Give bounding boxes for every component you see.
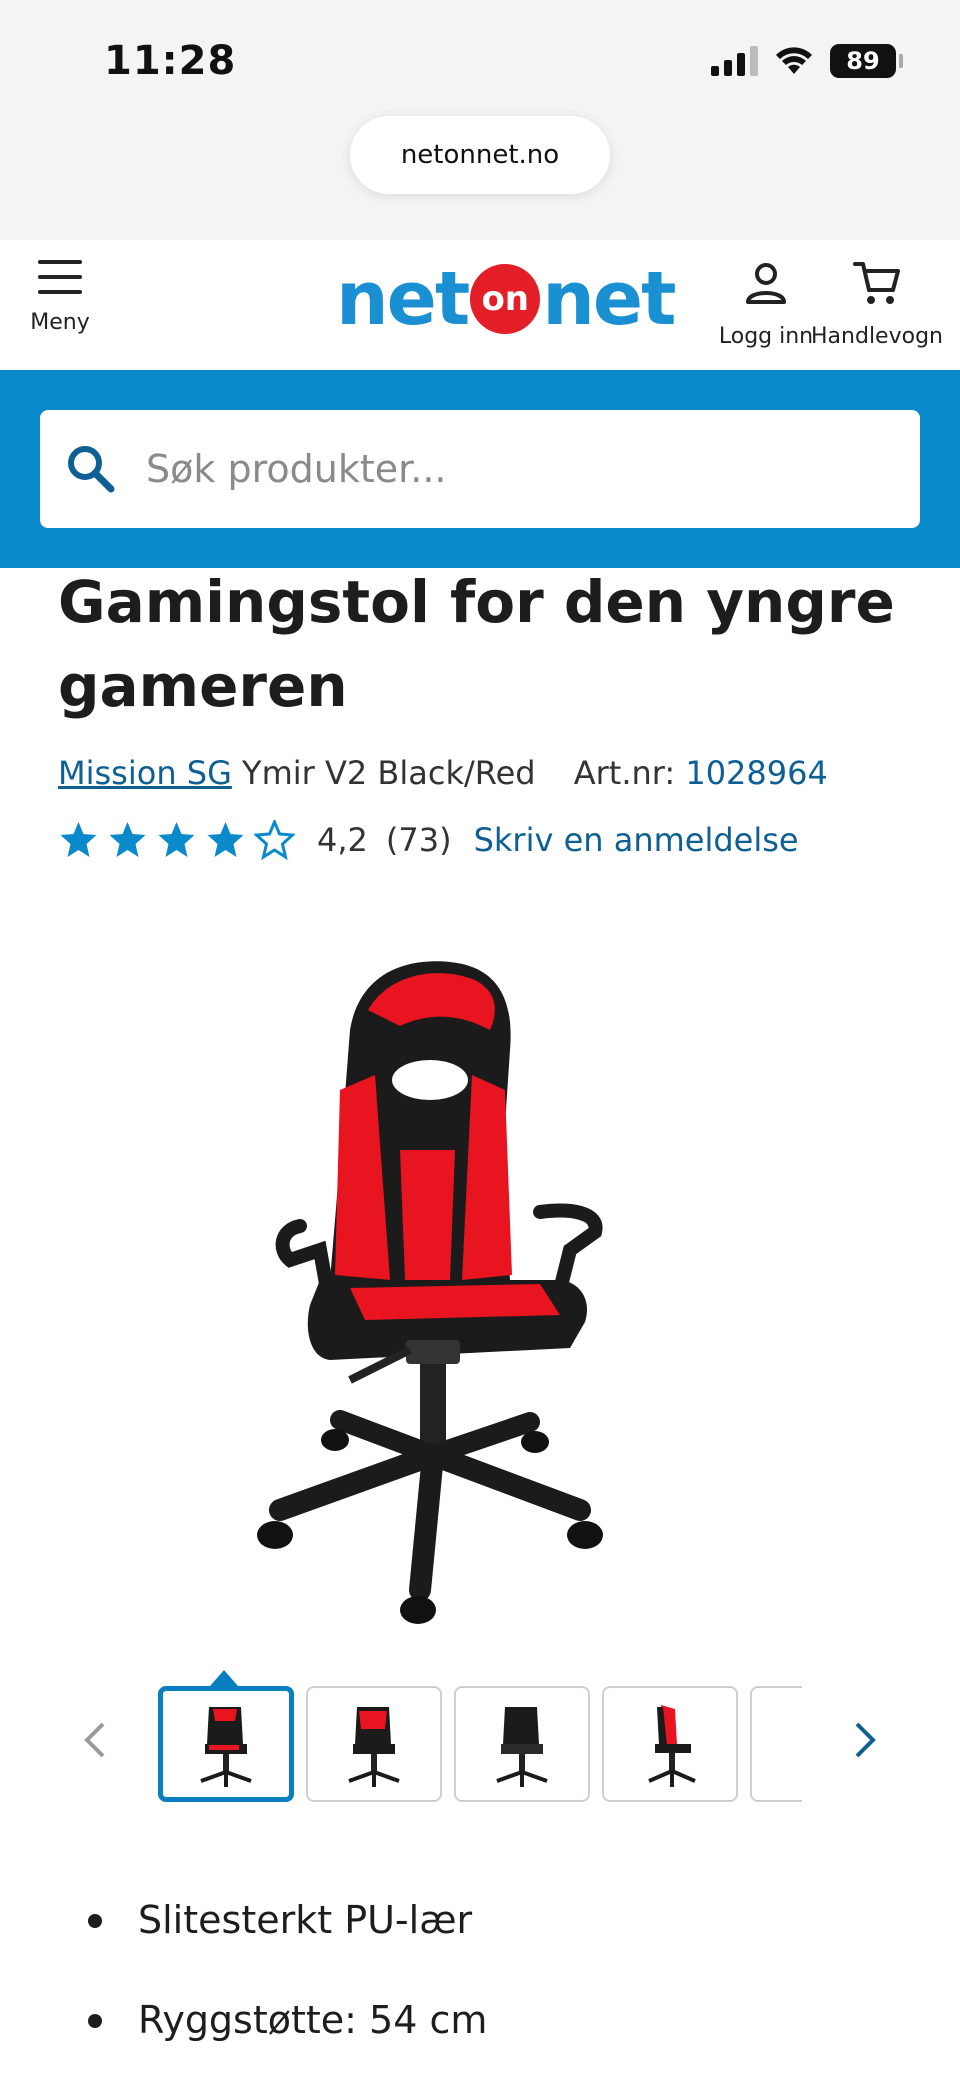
feature-list: Slitesterkt PU-lær Ryggstøtte: 54 cm bbox=[88, 1890, 487, 2078]
shopping-cart-icon bbox=[853, 262, 900, 304]
feature-item: Ryggstøtte: 54 cm bbox=[88, 1990, 487, 2078]
star-empty-icon bbox=[254, 820, 295, 860]
wifi-icon bbox=[776, 47, 812, 74]
thumbnail-strip bbox=[158, 1680, 802, 1802]
battery-icon: 89 bbox=[830, 44, 903, 78]
product-model: Ymir V2 Black/Red bbox=[242, 754, 536, 792]
login-button[interactable]: Logg inn bbox=[706, 258, 826, 349]
write-review-link[interactable]: Skriv en anmeldelse bbox=[474, 821, 799, 859]
user-icon bbox=[746, 263, 786, 304]
url-text: netonnet.no bbox=[400, 140, 560, 170]
menu-label: Meny bbox=[30, 310, 90, 335]
search-band bbox=[0, 370, 960, 568]
thumbnail-5[interactable] bbox=[750, 1686, 802, 1802]
cart-label: Handlevogn bbox=[811, 324, 943, 349]
star-filled-icon bbox=[109, 822, 146, 857]
chair-thumbnail-icon bbox=[496, 1707, 548, 1787]
netonnet-logo[interactable]: net on net bbox=[336, 254, 677, 344]
browser-chrome: 11:28 89 netonnet.no bbox=[0, 0, 960, 240]
brand-link[interactable]: Mission SG bbox=[58, 754, 232, 792]
article-number-label: Art.nr: bbox=[573, 754, 676, 792]
chair-thumbnail-icon bbox=[783, 1699, 802, 1789]
carousel-next-button[interactable] bbox=[840, 1710, 890, 1770]
cart-button[interactable]: Handlevogn bbox=[811, 258, 943, 349]
carousel-prev-button[interactable] bbox=[70, 1710, 120, 1770]
chevron-left-icon bbox=[84, 1722, 105, 1758]
chair-thumbnail-icon bbox=[200, 1707, 252, 1787]
rating-stars bbox=[58, 820, 295, 860]
rating-value: 4,2 bbox=[317, 821, 368, 859]
status-icons: 89 bbox=[711, 44, 903, 78]
rating-row: 4,2 (73) Skriv en anmeldelse bbox=[58, 820, 799, 860]
feature-item: Slitesterkt PU-lær bbox=[88, 1890, 487, 1990]
url-bar[interactable]: netonnet.no bbox=[350, 116, 610, 194]
logo-text-left: net bbox=[336, 256, 470, 342]
login-label: Logg inn bbox=[718, 324, 814, 349]
chair-thumbnail-icon bbox=[648, 1705, 696, 1787]
rating-count: (73) bbox=[385, 821, 452, 859]
article-number: 1028964 bbox=[685, 754, 828, 792]
battery-level: 89 bbox=[846, 47, 880, 75]
star-filled-icon bbox=[60, 822, 97, 857]
chair-thumbnail-icon bbox=[348, 1707, 400, 1787]
search-icon[interactable] bbox=[64, 442, 118, 496]
thumbnail-2[interactable] bbox=[306, 1686, 442, 1802]
site-header: Meny net on net Logg inn Handlevogn bbox=[0, 240, 960, 370]
menu-button[interactable]: Meny bbox=[20, 260, 100, 335]
star-filled-icon bbox=[207, 822, 244, 857]
product-main-image[interactable] bbox=[240, 950, 720, 1640]
logo-on-badge: on bbox=[470, 264, 541, 334]
logo-text-right: net bbox=[542, 256, 676, 342]
search-box[interactable] bbox=[40, 410, 920, 528]
star-filled-icon bbox=[158, 822, 195, 857]
search-input[interactable] bbox=[146, 447, 866, 491]
chevron-right-icon bbox=[855, 1722, 876, 1758]
product-title: Gamingstol for den yngre gameren bbox=[58, 568, 895, 720]
product-meta: Mission SG Ymir V2 Black/Red Art.nr: 102… bbox=[58, 754, 828, 792]
signal-icon bbox=[711, 46, 758, 76]
status-time: 11:28 bbox=[104, 38, 237, 84]
active-thumbnail-indicator bbox=[210, 1670, 238, 1686]
thumbnail-1[interactable] bbox=[158, 1686, 294, 1802]
thumbnail-3[interactable] bbox=[454, 1686, 590, 1802]
thumbnail-carousel bbox=[70, 1670, 890, 1802]
thumbnail-4[interactable] bbox=[602, 1686, 738, 1802]
hamburger-icon bbox=[38, 260, 82, 294]
